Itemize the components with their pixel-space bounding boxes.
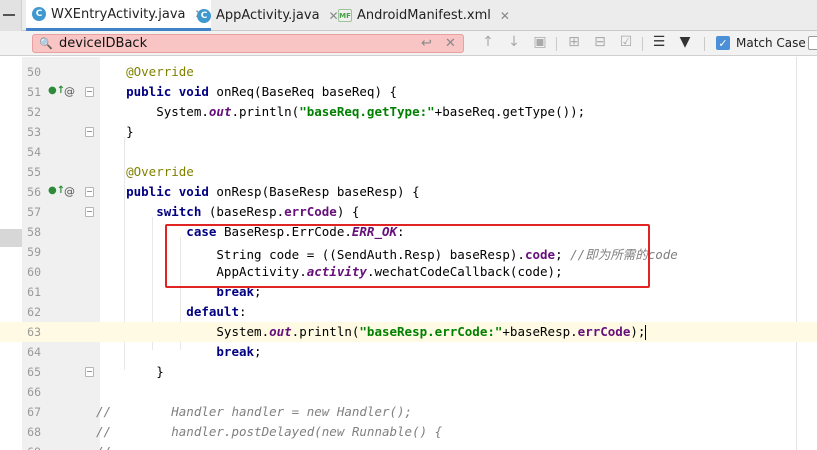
code-line[interactable]: 50 @Override xyxy=(0,62,817,82)
manifest-file-icon: MF xyxy=(338,9,352,22)
line-number: 61 xyxy=(27,285,41,299)
line-number: 62 xyxy=(27,305,41,319)
line-number: 64 xyxy=(27,345,41,359)
tab-label: AndroidManifest.xml xyxy=(357,8,491,23)
code-line[interactable]: 67 // Handler handler = new Handler(); xyxy=(0,402,817,422)
code-text[interactable]: switch (baseResp.errCode) { xyxy=(96,204,359,219)
toolbar-divider xyxy=(556,37,557,51)
code-text[interactable]: // xyxy=(96,444,111,450)
checkbox-checked-icon[interactable]: ✓ xyxy=(716,36,730,50)
tab-appactivity[interactable]: C AppActivity.java ✕ xyxy=(193,0,343,31)
select-all-occurrences-icon[interactable]: ☑ xyxy=(617,34,635,50)
code-line[interactable]: 64 break; xyxy=(0,342,817,362)
line-number: 60 xyxy=(27,265,41,279)
code-line[interactable]: 66 xyxy=(0,382,817,402)
annotation-icon[interactable]: @ xyxy=(64,85,75,98)
filter-icon[interactable]: ▼ xyxy=(676,34,694,50)
code-line[interactable]: 54 xyxy=(0,142,817,162)
fold-marker-icon[interactable] xyxy=(85,127,94,137)
tab-label: AppActivity.java xyxy=(216,8,320,23)
find-bar: 🔍 ↩ ✕ ↑ ↓ ▣ ⊞ ⊟ ☑ ☰ ▼ ✓ Match Case xyxy=(0,31,817,56)
search-field[interactable]: 🔍 ↩ ✕ xyxy=(32,34,464,53)
multiline-icon[interactable]: ☰ xyxy=(650,34,668,50)
code-line[interactable]: 62 default: xyxy=(0,302,817,322)
implements-method-icon[interactable]: ●↑ xyxy=(48,185,65,196)
code-line[interactable]: 65 } xyxy=(0,362,817,382)
line-number: 51 xyxy=(27,85,41,99)
code-text[interactable]: System.out.println("baseResp.errCode:"+b… xyxy=(96,324,647,340)
code-text[interactable]: public void onResp(BaseResp baseResp) { xyxy=(96,184,420,199)
code-line[interactable]: 57 switch (baseResp.errCode) { xyxy=(0,202,817,222)
code-text[interactable]: @Override xyxy=(96,164,194,179)
code-text[interactable]: // handler.postDelayed(new Runnable() { xyxy=(96,424,442,439)
minimize-icon xyxy=(3,14,15,16)
tab-wxentryactivity[interactable]: C WXEntryActivity.java ✕ xyxy=(26,0,211,31)
annotation-icon[interactable]: @ xyxy=(64,185,75,198)
line-number: 52 xyxy=(27,105,41,119)
text-caret xyxy=(645,325,647,340)
code-text[interactable]: public void onReq(BaseReq baseReq) { xyxy=(96,84,397,99)
match-case-option[interactable]: ✓ Match Case xyxy=(716,36,806,50)
code-text[interactable]: // Handler handler = new Handler(); xyxy=(96,404,412,419)
code-line[interactable]: 69 // xyxy=(0,442,817,450)
code-line[interactable]: 53 } xyxy=(0,122,817,142)
remove-occurrence-icon[interactable]: ⊟ xyxy=(591,34,609,50)
line-number: 50 xyxy=(27,65,41,79)
close-icon[interactable]: ✕ xyxy=(500,9,510,23)
search-icon[interactable]: 🔍 xyxy=(39,37,57,50)
clear-icon[interactable]: ✕ xyxy=(445,36,456,51)
code-text[interactable]: break; xyxy=(96,344,261,359)
line-number: 59 xyxy=(27,245,41,259)
highlight-box xyxy=(165,224,650,288)
tab-androidmanifest[interactable]: MF AndroidManifest.xml ✕ xyxy=(334,0,514,31)
line-number: 65 xyxy=(27,365,41,379)
java-class-icon: C xyxy=(32,7,46,21)
code-text[interactable]: System.out.println("baseReq.getType:"+ba… xyxy=(96,104,585,119)
line-number: 53 xyxy=(27,125,41,139)
line-number: 63 xyxy=(27,325,41,339)
fold-marker-icon[interactable] xyxy=(85,207,94,217)
arrow-up-icon[interactable]: ↑ xyxy=(479,34,497,50)
code-text[interactable]: } xyxy=(96,124,134,139)
words-checkbox[interactable] xyxy=(808,36,817,50)
code-editor[interactable]: 50 @Override 51 ●↑ @ public void onReq(Base… xyxy=(0,57,817,450)
editor-tab-bar: C WXEntryActivity.java ✕ C AppActivity.j… xyxy=(0,0,817,31)
code-text[interactable]: } xyxy=(96,364,164,379)
add-occurrence-icon[interactable]: ⊞ xyxy=(565,34,583,50)
line-number: 57 xyxy=(27,205,41,219)
fold-marker-icon[interactable] xyxy=(85,367,94,377)
line-number: 58 xyxy=(27,225,41,239)
code-text[interactable]: default: xyxy=(96,304,246,319)
java-class-icon: C xyxy=(197,8,211,23)
code-line[interactable]: 63 System.out.println("baseResp.errCode:… xyxy=(0,322,817,342)
implements-method-icon[interactable]: ●↑ xyxy=(48,85,65,96)
match-case-label: Match Case xyxy=(736,36,806,50)
toolbar-divider xyxy=(704,37,705,51)
search-input[interactable] xyxy=(59,36,419,51)
code-line[interactable]: 55 @Override xyxy=(0,162,817,182)
line-number: 68 xyxy=(27,425,41,439)
find-in-file-icon[interactable]: ▣ xyxy=(531,34,549,50)
line-number: 54 xyxy=(27,145,41,159)
line-number: 55 xyxy=(27,165,41,179)
line-number: 56 xyxy=(27,185,41,199)
code-line[interactable]: 52 System.out.println("baseReq.getType:"… xyxy=(0,102,817,122)
line-number: 66 xyxy=(27,385,41,399)
tab-label: WXEntryActivity.java xyxy=(51,6,186,22)
fold-marker-icon[interactable] xyxy=(85,187,94,197)
fold-marker-icon[interactable] xyxy=(85,87,94,97)
code-line[interactable]: 56 ●↑ @ public void onResp(BaseResp baseRe… xyxy=(0,182,817,202)
line-number: 67 xyxy=(27,405,41,419)
line-number: 69 xyxy=(22,445,41,450)
arrow-down-icon[interactable]: ↓ xyxy=(505,34,523,50)
code-line[interactable]: 68 // handler.postDelayed(new Runnable() … xyxy=(0,422,817,442)
code-line[interactable]: 51 ●↑ @ public void onReq(BaseReq baseReq)… xyxy=(0,82,817,102)
toolbar-divider xyxy=(642,37,643,51)
code-text[interactable]: @Override xyxy=(96,64,194,79)
left-tool-strip[interactable] xyxy=(0,0,22,31)
new-line-icon[interactable]: ↩ xyxy=(421,36,432,51)
